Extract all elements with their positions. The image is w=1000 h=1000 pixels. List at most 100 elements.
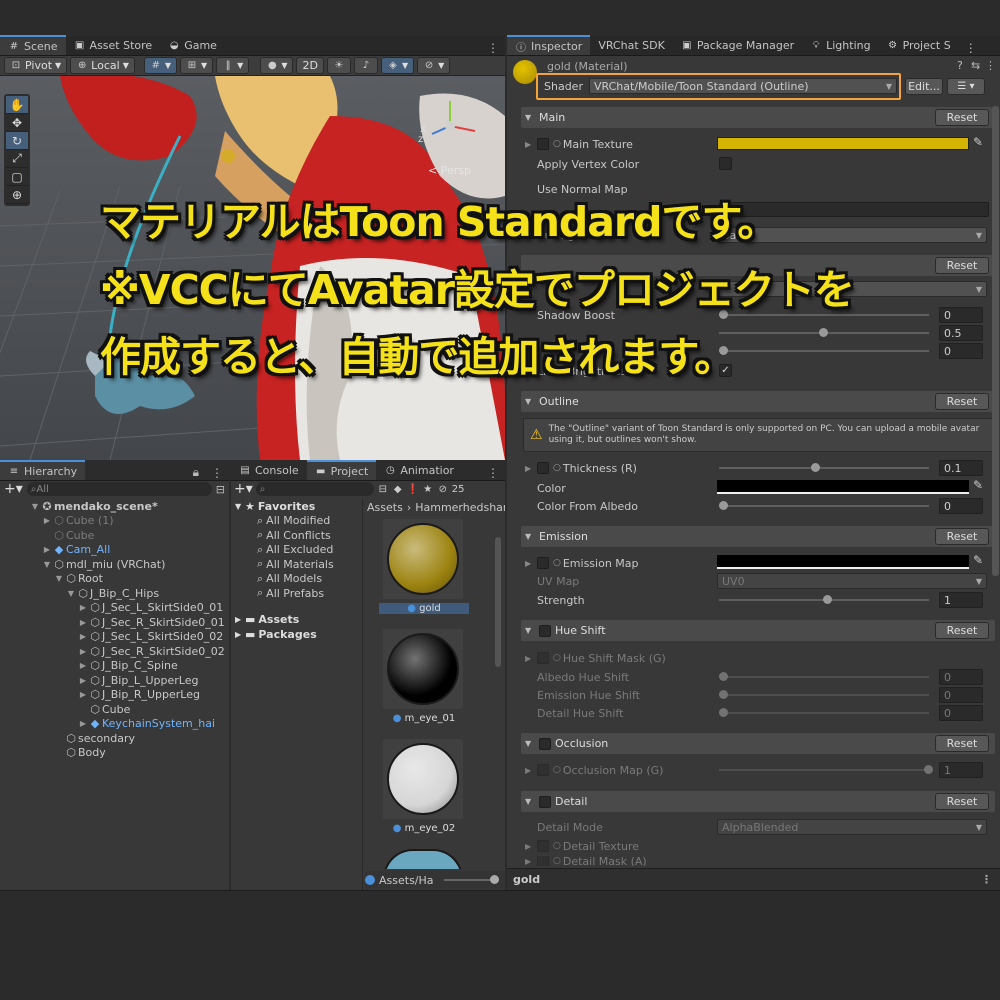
project-menu-icon[interactable]: ⋮ [481,466,505,480]
emission-color-swatch[interactable] [717,555,969,569]
scale-tool-icon[interactable]: ⤢ [6,150,28,168]
strength-slider[interactable] [719,592,929,608]
shader-options-button[interactable]: ☰ ▾ [947,78,985,95]
main-color-swatch[interactable] [717,137,969,150]
footer-menu-icon[interactable]: ⋮ [981,873,992,886]
tab-scene[interactable]: # Scene [0,35,66,55]
hierarchy-search-input[interactable]: ⌕ All [26,482,212,496]
shadow-albedo-value[interactable]: 0.5 [939,325,983,341]
hierarchy-row[interactable]: ▶ ⬡ J_Bip_C_Spine [0,659,229,674]
hand-tool-icon[interactable]: ✋ [6,96,28,114]
star-icon[interactable]: ★ [422,483,434,495]
outline-color-swatch[interactable] [717,480,969,494]
texture-slot[interactable] [537,138,549,150]
tag-icon[interactable]: ◆ [392,483,404,495]
section-outline[interactable]: ▼ Outline Reset [521,391,995,412]
expand-icon[interactable]: ▶ [525,464,537,473]
hierarchy-row[interactable]: ▼ ✪ mendako_scene* [0,499,229,514]
presets-icon[interactable]: ⇆ [971,59,980,72]
lock-icon[interactable]: 🔒︎ [187,465,205,480]
tab-console[interactable]: ▤ Console [231,460,307,480]
reset-hue-shift-button[interactable]: Reset [935,622,989,639]
material-asset[interactable]: ● gold [379,519,469,625]
material-asset-partial[interactable] [383,849,463,869]
project-scrollbar[interactable] [495,537,501,667]
thickness-value[interactable]: 0.1 [939,460,983,476]
rect-tool-icon[interactable]: ▢ [6,168,28,186]
detail-hue-shift-value[interactable]: 0 [939,705,983,721]
hierarchy-row[interactable]: ▼ ⬡ mdl_miu (VRChat) [0,557,229,572]
inspector-menu-icon[interactable]: ⋮ [959,41,983,55]
breadcrumb-folder[interactable]: Hammerhedshar [415,501,505,514]
favorite-item[interactable]: ⌕ All Conflicts [231,528,362,543]
favorites-header[interactable]: ▼ ★ Favorites [231,499,362,514]
chevron-right-icon[interactable]: ▶ [78,690,88,699]
min-brightness-slider[interactable] [719,343,929,359]
reset-outline-button[interactable]: Reset [935,393,989,410]
lighting-toggle[interactable]: ☀ [326,57,351,74]
section-occlusion[interactable]: ▼ Occlusion Reset [521,733,995,754]
move-tool-icon[interactable]: ✥ [6,114,28,132]
material-asset[interactable]: ● m_eye_02 [379,739,469,845]
chevron-right-icon[interactable]: ▶ [42,545,52,554]
favorite-item[interactable]: ⌕ All Materials [231,557,362,572]
occlusion-slider[interactable] [719,762,933,778]
assets-folder[interactable]: ▶ ▬ Assets [231,613,362,628]
hidden-toggle[interactable]: ⊘ ▼ [417,57,451,74]
hierarchy-row[interactable]: ▶ ◆ KeychainSystem_hai [0,717,229,732]
occlusion-value[interactable]: 1 [939,762,983,778]
expand-icon[interactable]: ▶ [525,559,537,568]
reset-main-button[interactable]: Reset [935,109,989,126]
occlusion-slot[interactable] [537,764,549,776]
hierarchy-row[interactable]: ⬡ secondary [0,731,229,746]
shadow-albedo-slider[interactable] [719,325,929,341]
albedo-hue-shift-slider[interactable] [719,669,929,685]
hierarchy-row[interactable]: ▶ ⬡ J_Sec_R_SkirtSide0_02 [0,644,229,659]
hierarchy-row[interactable]: ⬡ Body [0,746,229,761]
local-dropdown[interactable]: ⊕ Local ▼ [70,57,135,74]
2d-toggle[interactable]: 2D [296,57,324,74]
min-brightness-value[interactable]: 0 [939,343,983,359]
eyedropper-icon[interactable]: ✎ [973,135,983,149]
tab-project[interactable]: ▬ Project [306,460,377,480]
tab-lighting[interactable]: 💡︎ Lighting [802,35,878,55]
hierarchy-row[interactable]: ▶ ◆ Cam_All [0,543,229,558]
hierarchy-row[interactable]: ⬡ Cube [0,702,229,717]
icon-size-slider[interactable] [443,875,499,884]
packages-folder[interactable]: ▶ ▬ Packages [231,627,362,642]
hierarchy-row[interactable]: ▼ ⬡ J_Bip_C_Hips [0,586,229,601]
filter-type-icon[interactable]: ⊟ [377,483,389,495]
chevron-down-icon[interactable]: ▼ [66,589,76,598]
chevron-right-icon[interactable]: ▶ [78,603,88,612]
section-emission[interactable]: ▼ Emission Reset [521,526,995,547]
tab-game[interactable]: ◒ Game [160,35,225,55]
snap-increment-button[interactable]: ⊞ ▼ [180,57,214,74]
detail-toggle[interactable] [539,795,551,808]
material-asset[interactable]: ● m_eye_01 [379,629,469,735]
rotate-tool-icon[interactable]: ↻ [6,132,28,150]
eyedropper-icon[interactable]: ✎ [973,553,983,567]
uv-map-dropdown[interactable]: UV0 ▼ [717,573,987,589]
occlusion-toggle[interactable] [539,737,551,750]
emission-hue-shift-slider[interactable] [719,687,929,703]
color-from-albedo-slider[interactable] [719,498,929,514]
reset-shading-button[interactable]: Reset [935,257,989,274]
detail-mode-dropdown[interactable]: AlphaBlended ▼ [717,819,987,835]
hierarchy-menu-icon[interactable]: ⋮ [205,466,229,480]
reset-occlusion-button[interactable]: Reset [935,735,989,752]
add-icon[interactable]: +▾ [4,481,23,497]
material-menu-icon[interactable]: ⋮ [985,59,996,72]
edit-shader-button[interactable]: Edit... [905,78,943,95]
shading-mode[interactable]: ● ▼ [260,57,294,74]
help-icon[interactable]: ? [957,59,963,72]
hierarchy-row[interactable]: ▶ ⬡ Cube (1) [0,514,229,529]
inspector-scrollbar[interactable] [992,106,999,576]
strength-value[interactable]: 1 [939,592,983,608]
hierarchy-row[interactable]: ▶ ⬡ J_Bip_L_UpperLeg [0,673,229,688]
chevron-right-icon[interactable]: ▶ [78,647,88,656]
emission-texture-slot[interactable] [537,557,549,569]
chevron-right-icon[interactable]: ▶ [78,632,88,641]
breadcrumb-assets[interactable]: Assets [367,501,403,514]
hidden-packages-icon[interactable]: ⊘ [437,483,449,495]
apply-vertex-color-checkbox[interactable] [719,157,732,170]
